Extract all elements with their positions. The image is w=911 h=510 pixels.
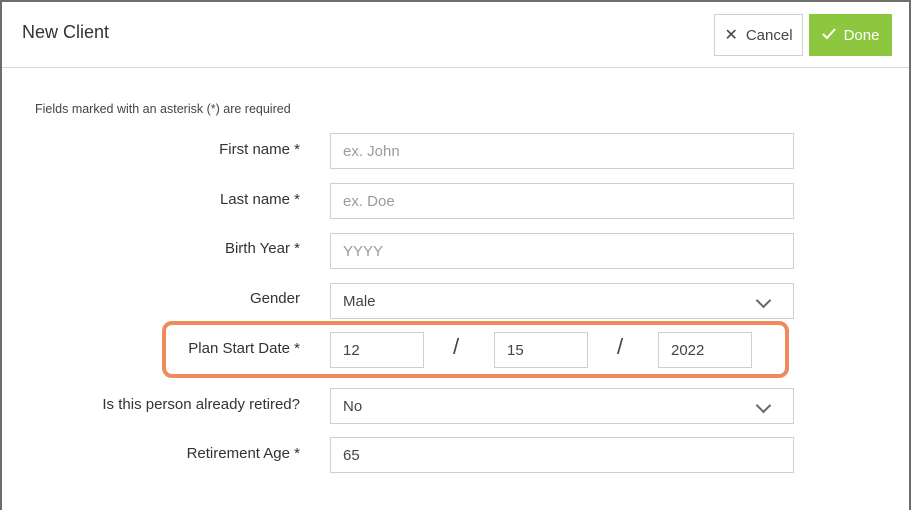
plan-start-date-label: Plan Start Date * — [188, 340, 300, 357]
retirement-age-label: Retirement Age * — [186, 445, 300, 462]
date-separator: / — [453, 334, 460, 359]
birth-year-input[interactable]: YYYY — [330, 233, 794, 269]
date-separator: / — [617, 334, 624, 359]
first-name-label: First name * — [219, 141, 300, 158]
plan-start-day-input[interactable]: 15 — [494, 332, 588, 368]
plan-start-year-input[interactable]: 2022 — [658, 332, 752, 368]
last-name-input[interactable]: ex. Doe — [330, 183, 794, 219]
retired-selected-value: No — [343, 397, 363, 415]
check-icon — [821, 27, 836, 44]
dialog-title: New Client — [22, 22, 110, 42]
first-name-input[interactable]: ex. John — [330, 133, 794, 169]
chevron-down-icon — [755, 397, 772, 414]
retired-label: Is this person already retired? — [102, 396, 300, 413]
gender-selected-value: Male — [343, 292, 376, 310]
done-button-label: Done — [843, 26, 880, 44]
gender-label: Gender — [249, 290, 300, 307]
birth-year-label: Birth Year * — [224, 240, 300, 257]
close-icon: ✕ — [724, 27, 738, 44]
last-name-label: Last name * — [219, 191, 300, 208]
done-button[interactable]: Done — [809, 14, 892, 56]
cancel-button[interactable]: ✕ Cancel — [714, 14, 803, 56]
retirement-age-input[interactable]: 65 — [330, 437, 794, 473]
required-fields-note: Fields marked with an asterisk (*) are r… — [35, 102, 291, 116]
new-client-dialog: New Client ✕ Cancel Done Fields marked w… — [0, 0, 911, 510]
retired-select[interactable]: No — [330, 388, 794, 424]
cancel-button-label: Cancel — [745, 26, 793, 44]
chevron-down-icon — [755, 292, 772, 309]
plan-start-month-input[interactable]: 12 — [330, 332, 424, 368]
dialog-header: New Client ✕ Cancel Done — [2, 2, 909, 68]
gender-select[interactable]: Male — [330, 283, 794, 319]
